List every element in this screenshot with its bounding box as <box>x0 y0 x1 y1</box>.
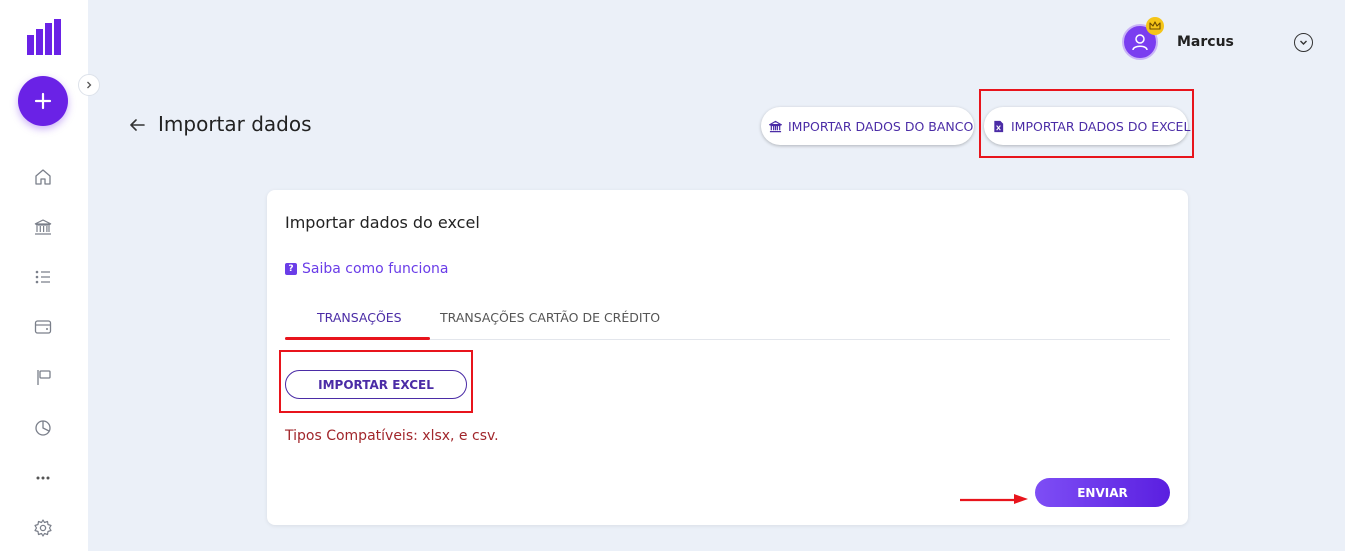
import-bank-label: IMPORTAR DADOS DO BANCO <box>788 118 974 134</box>
settings-icon[interactable] <box>32 517 54 539</box>
import-card: Importar dados do excel ? Saiba como fun… <box>267 190 1188 525</box>
chevron-down-icon <box>1300 40 1307 45</box>
home-icon[interactable] <box>32 166 54 188</box>
page-title: Importar dados <box>158 112 312 136</box>
tab-credit-card-transactions[interactable]: TRANSAÇÕES CARTÃO DE CRÉDITO <box>440 310 660 325</box>
sidebar-collapse-button[interactable] <box>78 74 100 96</box>
back-arrow-icon[interactable] <box>128 116 146 134</box>
excel-file-icon <box>994 120 1004 132</box>
annotation-arrow <box>960 491 1030 505</box>
tab-transactions[interactable]: TRANSAÇÕES <box>317 310 402 325</box>
user-icon <box>1132 34 1148 51</box>
pie-chart-icon[interactable] <box>32 417 54 439</box>
import-excel-data-label: IMPORTAR DADOS DO EXCEL <box>1011 118 1191 134</box>
import-excel-button[interactable]: IMPORTAR EXCEL <box>285 370 467 399</box>
help-link[interactable]: ? Saiba como funciona <box>285 261 448 277</box>
compatible-types-text: Tipos Compatíveis: xlsx, e csv. <box>285 428 499 444</box>
plus-icon <box>34 92 52 110</box>
question-icon: ? <box>285 263 297 275</box>
bank-icon[interactable] <box>32 216 54 238</box>
more-icon[interactable] <box>32 467 54 489</box>
user-menu[interactable]: Marcus <box>1122 17 1322 62</box>
active-tab-underline <box>285 337 430 340</box>
import-bank-button[interactable]: IMPORTAR DADOS DO BANCO <box>761 107 974 145</box>
list-icon[interactable] <box>32 266 54 288</box>
sidebar <box>0 0 88 551</box>
card-title: Importar dados do excel <box>285 213 480 232</box>
send-button[interactable]: ENVIAR <box>1035 478 1170 507</box>
app-logo[interactable] <box>27 19 61 55</box>
import-excel-data-button[interactable]: IMPORTAR DADOS DO EXCEL <box>984 107 1191 145</box>
crown-icon <box>1146 17 1164 35</box>
flag-icon[interactable] <box>32 366 54 388</box>
tabs: TRANSAÇÕES TRANSAÇÕES CARTÃO DE CRÉDITO <box>285 300 1170 340</box>
bank-icon <box>769 120 782 132</box>
chevron-right-icon <box>87 81 92 89</box>
user-dropdown-button[interactable] <box>1294 33 1313 52</box>
add-button[interactable] <box>18 76 68 126</box>
user-name: Marcus <box>1177 34 1234 50</box>
help-link-label: Saiba como funciona <box>302 261 449 277</box>
wallet-icon[interactable] <box>32 316 54 338</box>
